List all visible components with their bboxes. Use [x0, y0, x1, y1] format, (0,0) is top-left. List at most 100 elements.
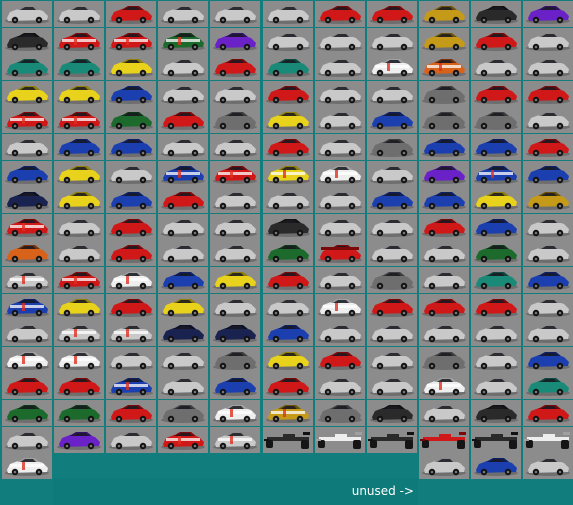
car-sprite [54, 427, 104, 453]
car-sprite [367, 427, 417, 453]
car-sprite [315, 400, 365, 426]
car-sprite [54, 400, 104, 426]
car-sprite [210, 81, 260, 107]
car-sprite [2, 294, 52, 320]
car-sprite [315, 54, 365, 80]
car-sprite [210, 400, 260, 426]
car-sprite [106, 28, 156, 54]
car-sprite [419, 107, 469, 133]
car-sprite [315, 81, 365, 107]
car-sprite [523, 187, 573, 213]
car-sprite [2, 28, 52, 54]
car-sprite [263, 347, 313, 373]
car-sprite [2, 373, 52, 399]
car-sprite [210, 214, 260, 240]
car-sprite [523, 240, 573, 266]
car-sprite [471, 427, 521, 453]
car-sprite [315, 347, 365, 373]
car-sprite [2, 240, 52, 266]
car-sprite [210, 161, 260, 187]
car-sprite [54, 373, 104, 399]
car-sprite [2, 134, 52, 160]
car-sprite [367, 28, 417, 54]
car-sprite [471, 240, 521, 266]
car-sprite [367, 1, 417, 27]
car-sprite [210, 427, 260, 453]
car-sprite [54, 81, 104, 107]
car-sprite [315, 187, 365, 213]
car-sprite [523, 400, 573, 426]
car-sprite [158, 161, 208, 187]
car-sprite [263, 54, 313, 80]
car-sprite [2, 187, 52, 213]
car-sprite [471, 187, 521, 213]
car-sprite [54, 28, 104, 54]
car-sprite [106, 427, 156, 453]
car-sprite [106, 240, 156, 266]
car-sprite [2, 400, 52, 426]
car-sprite [263, 427, 313, 453]
car-sprite [367, 107, 417, 133]
car-sprite [523, 28, 573, 54]
car-sprite [263, 161, 313, 187]
car-sprite [263, 81, 313, 107]
car-sprite [210, 373, 260, 399]
car-sprite [210, 1, 260, 27]
car-sprite [2, 267, 52, 293]
car-sprite [106, 107, 156, 133]
car-sprite [158, 1, 208, 27]
car-sprite [523, 294, 573, 320]
car-sprite [158, 134, 208, 160]
car-sprite [106, 347, 156, 373]
car-sprite [523, 427, 573, 453]
car-sprite [2, 427, 52, 453]
car-sprite [54, 240, 104, 266]
car-sprite [54, 134, 104, 160]
car-sprite [54, 107, 104, 133]
car-sprite [471, 347, 521, 373]
car-sprite [315, 28, 365, 54]
car-sprite [158, 81, 208, 107]
car-sprite [106, 161, 156, 187]
car-sprite [54, 54, 104, 80]
car-sprite [315, 134, 365, 160]
car-sprite [263, 400, 313, 426]
sprite-sheet: unused -> [0, 0, 573, 505]
car-sprite [367, 161, 417, 187]
car-sprite [523, 373, 573, 399]
car-sprite [523, 54, 573, 80]
car-sprite [471, 214, 521, 240]
car-sprite [210, 320, 260, 346]
unused-label: unused -> [351, 484, 414, 498]
car-sprite [367, 54, 417, 80]
car-sprite [106, 267, 156, 293]
car-sprite [471, 294, 521, 320]
car-sprite [106, 54, 156, 80]
car-sprite [106, 81, 156, 107]
car-sprite [523, 161, 573, 187]
car-sprite [471, 28, 521, 54]
car-sprite [471, 54, 521, 80]
car-sprite [471, 373, 521, 399]
car-sprite [263, 373, 313, 399]
car-sprite [523, 214, 573, 240]
unused-area: unused -> [53, 478, 418, 505]
car-sprite [210, 54, 260, 80]
car-sprite [158, 214, 208, 240]
car-sprite [419, 294, 469, 320]
car-sprite [263, 187, 313, 213]
car-sprite [263, 134, 313, 160]
car-sprite [367, 187, 417, 213]
car-sprite [471, 161, 521, 187]
car-sprite [158, 347, 208, 373]
car-sprite [54, 294, 104, 320]
car-sprite [315, 373, 365, 399]
car-sprite [419, 240, 469, 266]
car-sprite [210, 187, 260, 213]
car-sprite [263, 320, 313, 346]
car-sprite [419, 427, 469, 453]
car-sprite [471, 134, 521, 160]
car-sprite [54, 1, 104, 27]
car-sprite [210, 240, 260, 266]
car-sprite [54, 320, 104, 346]
